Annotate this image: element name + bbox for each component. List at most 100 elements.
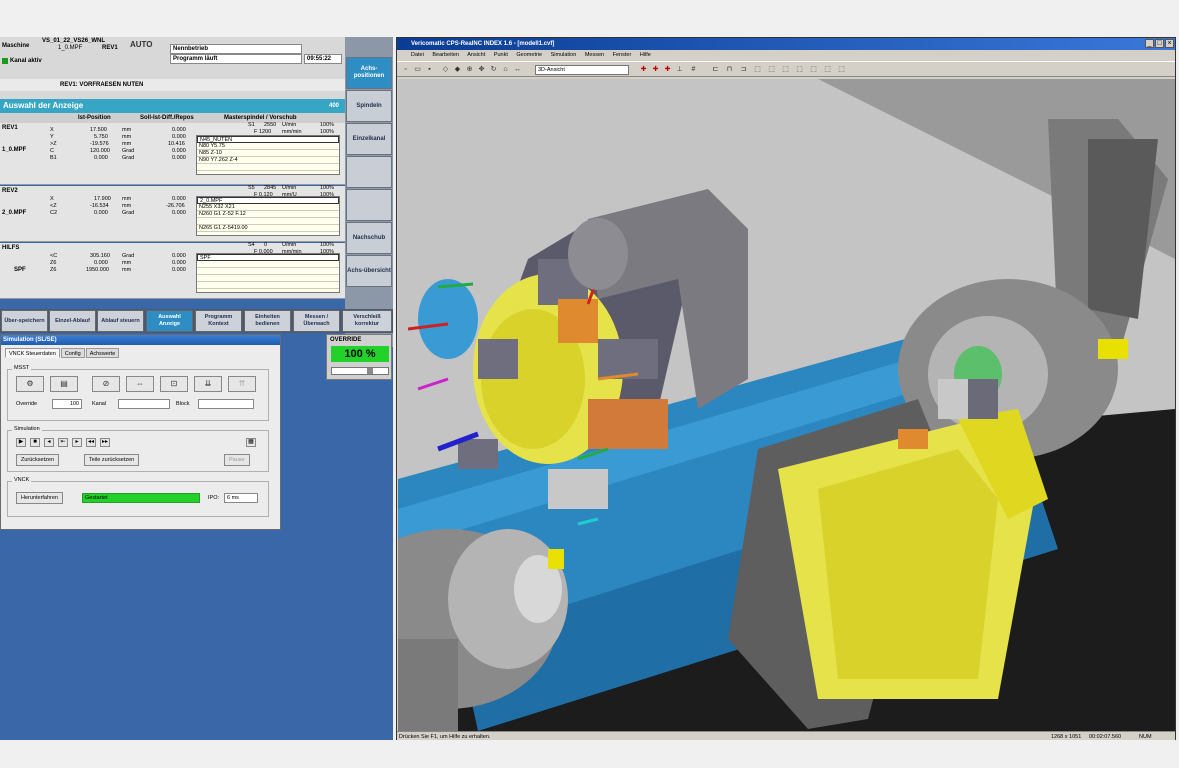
pan-icon[interactable]: ✥	[477, 65, 486, 74]
softkey-einzelkanal[interactable]: Einzelkanal	[346, 123, 392, 155]
measure-icon[interactable]: ↔	[513, 65, 522, 74]
axis-row: X 17.500 mm 0.000	[50, 127, 186, 133]
view-top-icon[interactable]: ⊓	[725, 65, 734, 74]
step-back-icon[interactable]: ◂	[44, 438, 54, 447]
current-block: REV1: VORFRAESEN NUTEN	[0, 79, 345, 91]
softkey-empty-1[interactable]	[346, 156, 392, 188]
open-icon[interactable]: ▭	[413, 65, 422, 74]
view-iso-5-icon[interactable]: ⬚	[809, 65, 818, 74]
menu-simulation[interactable]: Simulation	[551, 52, 577, 58]
tab-achswerte[interactable]: Achswerte	[85, 348, 120, 358]
channel-block-hilfs[interactable]: HILFS SPF <C 305.160 Grad 0.000 Z6 0.000 mm 0.…	[0, 242, 345, 299]
bottom-margin	[0, 740, 1179, 768]
view-select[interactable]: 3D-Ansicht	[535, 65, 629, 75]
block-select[interactable]	[198, 399, 254, 409]
menu-geometrie[interactable]: Geometrie	[516, 52, 542, 58]
marker-2-icon[interactable]: ✚	[651, 65, 660, 74]
tab-config[interactable]: Config	[60, 348, 85, 358]
minimize-icon[interactable]: _	[1145, 39, 1154, 48]
axis-row: C 120.000 Grad 0.000	[50, 148, 186, 154]
save-icon[interactable]: ▪	[425, 65, 434, 74]
menu-ansicht[interactable]: Ansicht	[467, 52, 485, 58]
play-icon[interactable]: ▶	[16, 438, 26, 447]
step-forward-icon[interactable]: ▸	[72, 438, 82, 447]
stop-icon[interactable]: ■	[30, 438, 40, 447]
view-front-icon[interactable]: ⊏	[711, 65, 720, 74]
softkey-achspositionen[interactable]: Achs-positionen	[346, 57, 392, 89]
shutdown-button[interactable]: Herunterfahren	[16, 492, 63, 504]
softkey-programm-kontext[interactable]: Programm Kontext	[195, 310, 242, 332]
rewind-icon[interactable]: ⇤	[58, 438, 68, 447]
override-field[interactable]: 100	[52, 399, 82, 409]
softkey-nachschub[interactable]: Nachschub	[346, 222, 392, 254]
3d-viewport[interactable]	[398, 79, 1175, 731]
axis-row: C2 0.000 Grad 0.000	[50, 210, 186, 216]
axis-icon[interactable]: ⊥	[675, 65, 684, 74]
view-iso-icon[interactable]: ⬚	[753, 65, 762, 74]
msst-tool-5-icon[interactable]: ⊡	[160, 376, 188, 392]
settings-icon[interactable]: ▦	[246, 438, 256, 447]
tab-vnck-steuerdaten[interactable]: VNCK Steuerdaten	[5, 348, 60, 358]
softkey-einzelablauf[interactable]: Einzel-Ablauf	[49, 310, 96, 332]
msst-tool-6-icon[interactable]: ⇊	[194, 376, 222, 392]
msst-group-label: MSST	[12, 365, 32, 371]
msst-tool-4-icon[interactable]: ⇔	[126, 376, 154, 392]
nc-block-display[interactable]: SPF	[196, 253, 340, 293]
nc-block-display[interactable]: N45_NUTEN N80 Y5.75 N85 Z-10 N90 Y7.262 …	[196, 135, 340, 175]
override-slider-knob[interactable]	[367, 368, 373, 374]
menu-hilfe[interactable]: Hilfe	[640, 52, 651, 58]
pause-button[interactable]: Pause	[224, 454, 250, 466]
nc-block-display[interactable]: 2_0.MPF N255 X32 X21 N260 G1 Z-52 F.12 N…	[196, 196, 340, 236]
ipo-field[interactable]: 6 ms	[224, 493, 258, 503]
mode-label: AUTO	[130, 40, 153, 49]
menu-punkt[interactable]: Punkt	[494, 52, 508, 58]
view-iso-6-icon[interactable]: ⬚	[823, 65, 832, 74]
channel-block-rev2[interactable]: REV2 2_0.MPF X 17.900 mm 0.000 <Z -16.534 mm -…	[0, 185, 345, 242]
softkey-achsuebersicht[interactable]: Achs-übersicht	[346, 255, 392, 287]
msst-group: MSST ⚙ ▤ ⊘ ⇔ ⊡ ⇊ ⇈ Override 100 Kanal Bl…	[7, 365, 269, 421]
sinumerik-hmi-panel: Maschine VS_01_22_VS26_WNL 1_0.MPF REV1 …	[0, 37, 393, 740]
grid-icon[interactable]: #	[689, 65, 698, 74]
msst-tool-1-icon[interactable]: ⚙	[16, 376, 44, 392]
menu-bearbeiten[interactable]: Bearbeiten	[432, 52, 459, 58]
softkey-ueberspeichern[interactable]: Über-speichern	[1, 310, 48, 332]
reset-button[interactable]: Zurücksetzen	[16, 454, 60, 466]
view-iso-4-icon[interactable]: ⬚	[795, 65, 804, 74]
menu-fenster[interactable]: Fenster	[613, 52, 632, 58]
softkey-empty-2[interactable]	[346, 189, 392, 221]
view-iso-3-icon[interactable]: ⬚	[781, 65, 790, 74]
rotate-icon[interactable]: ↻	[489, 65, 498, 74]
wireframe-icon[interactable]: ◇	[441, 65, 450, 74]
new-file-icon[interactable]: ▫	[401, 65, 410, 74]
marker-3-icon[interactable]: ✚	[663, 65, 672, 74]
msst-tool-2-icon[interactable]: ▤	[50, 376, 78, 392]
fit-icon[interactable]: ⌂	[501, 65, 510, 74]
softkey-spindeln[interactable]: Spindeln	[346, 90, 392, 122]
block-label: Block	[176, 401, 190, 407]
menu-messen[interactable]: Messen	[585, 52, 604, 58]
fast-forward-icon[interactable]: ▸▸	[100, 438, 110, 447]
marker-icon[interactable]: ✚	[639, 65, 648, 74]
shade-icon[interactable]: ◆	[453, 65, 462, 74]
zoom-icon[interactable]: ⊕	[465, 65, 474, 74]
view-iso-7-icon[interactable]: ⬚	[837, 65, 846, 74]
channel-block-rev1[interactable]: REV1 1_0.MPF X 17.500 mm 0.000 Y 5.750 mm 0.00…	[0, 122, 345, 185]
axis-row: X 17.900 mm 0.000	[50, 196, 186, 202]
close-icon[interactable]: ×	[1165, 39, 1174, 48]
fast-back-icon[interactable]: ◂◂	[86, 438, 96, 447]
kanal-select[interactable]	[118, 399, 170, 409]
softkey-messen[interactable]: Messen / Überwach	[293, 310, 340, 332]
softkey-ablauf-steuern[interactable]: Ablauf steuern	[97, 310, 144, 332]
softkey-auswahl-anzeige[interactable]: Auswahl Anzeige	[146, 310, 193, 332]
maximize-icon[interactable]: □	[1155, 39, 1164, 48]
view-side-icon[interactable]: ⊐	[739, 65, 748, 74]
override-slider[interactable]	[331, 367, 389, 375]
softkey-einheiten[interactable]: Einheiten bedienen	[244, 310, 291, 332]
msst-tool-3-icon[interactable]: ⊘	[92, 376, 120, 392]
msst-tool-7-icon[interactable]: ⇈	[228, 376, 256, 392]
reset-parts-button[interactable]: Teile zurücksetzen	[84, 454, 140, 466]
softkey-verschleiss[interactable]: Verschleiß korrektur	[342, 310, 392, 332]
menu-datei[interactable]: Datei	[411, 52, 424, 58]
view-iso-2-icon[interactable]: ⬚	[767, 65, 776, 74]
vnck-status-bar: Gestartet	[82, 493, 200, 503]
